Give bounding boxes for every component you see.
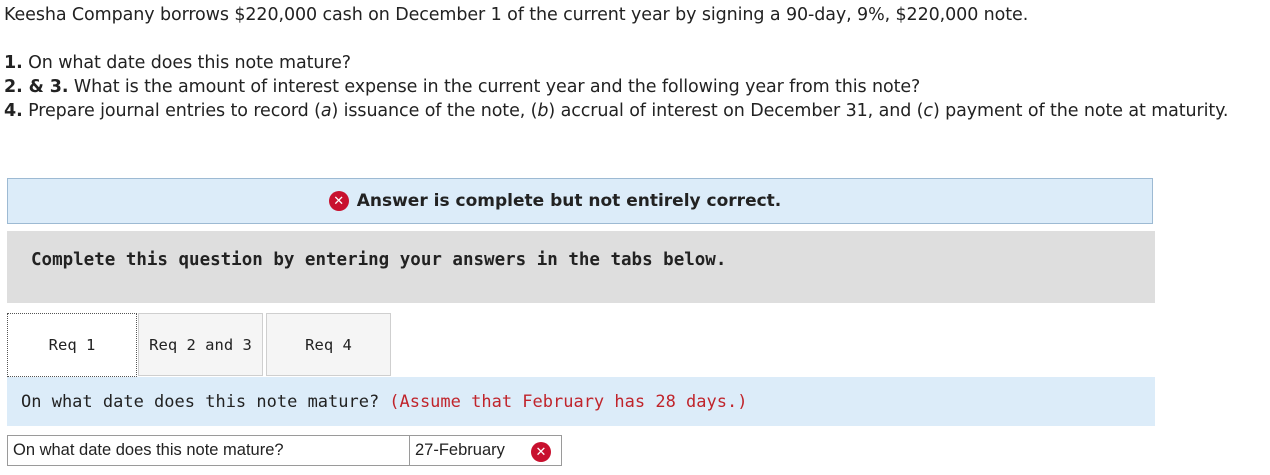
req-1-question: On what date does this note mature? — [21, 391, 380, 412]
answer-row-label: On what date does this note mature? — [7, 435, 410, 466]
req-1-hint: (Assume that February has 28 days.) — [389, 391, 748, 412]
tab-req-1[interactable]: Req 1 — [7, 313, 137, 377]
instruction-text: Complete this question by entering your … — [31, 250, 727, 270]
question-1: 1. On what date does this note mature? — [4, 51, 351, 75]
question-4-text-part1: Prepare journal entries to record ( — [22, 101, 321, 121]
tab-req-2-and-3-label: Req 2 and 3 — [149, 335, 252, 354]
question-2-3-text: What is the amount of interest expense i… — [68, 77, 921, 97]
question-4: 4. Prepare journal entries to record (a)… — [4, 99, 1254, 123]
tab-req-1-label: Req 1 — [48, 336, 96, 354]
question-2-3-number: 2. & 3. — [4, 77, 69, 97]
tab-req-4[interactable]: Req 4 — [266, 313, 391, 376]
question-2-3: 2. & 3. What is the amount of interest e… — [4, 75, 920, 99]
instruction-box: Complete this question by entering your … — [7, 231, 1155, 303]
answer-row: On what date does this note mature? ✕ — [7, 435, 562, 466]
incorrect-x-icon: ✕ — [328, 191, 349, 211]
question-4-text-part3: ) accrual of interest on December 31, an… — [548, 101, 924, 121]
question-4-c: c — [923, 101, 933, 121]
question-1-text: On what date does this note mature? — [22, 53, 351, 73]
question-4-b: b — [537, 101, 549, 121]
question-4-a: a — [320, 101, 332, 121]
maturity-date-input[interactable] — [410, 440, 527, 461]
question-4-text-part2: ) issuance of the note, ( — [331, 101, 538, 121]
problem-intro: Keesha Company borrows $220,000 cash on … — [4, 5, 1029, 25]
answer-status-banner: ✕ Answer is complete but not entirely co… — [7, 178, 1153, 224]
tab-req-4-label: Req 4 — [305, 335, 352, 354]
tab-req-2-and-3[interactable]: Req 2 and 3 — [138, 313, 263, 376]
question-1-number: 1. — [4, 53, 23, 73]
answer-status-text: Answer is complete but not entirely corr… — [356, 191, 782, 211]
incorrect-x-icon: ✕ — [531, 442, 551, 462]
req-1-question-band: On what date does this note mature? (Ass… — [7, 377, 1155, 426]
answer-cell: ✕ — [410, 435, 562, 466]
question-4-text-part4: ) payment of the note at maturity. — [932, 101, 1229, 121]
question-4-number: 4. — [4, 101, 23, 121]
